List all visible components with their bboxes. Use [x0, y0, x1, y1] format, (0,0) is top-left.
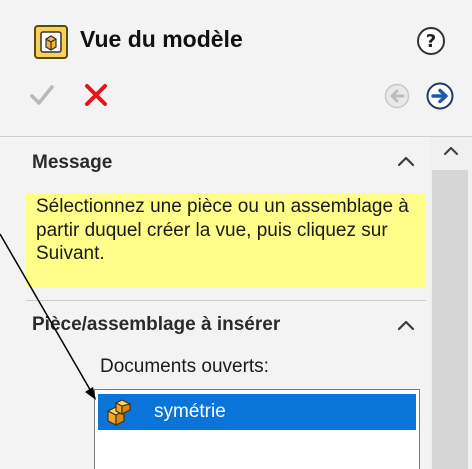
scroll-up-icon[interactable] — [440, 143, 462, 159]
help-icon[interactable]: ? — [416, 26, 446, 56]
chevron-up-icon[interactable] — [396, 318, 416, 332]
close-icon[interactable] — [82, 81, 110, 109]
open-documents-list[interactable]: symétrie — [94, 389, 420, 469]
list-item-label: symétrie — [154, 401, 226, 422]
assembly-icon — [106, 399, 132, 426]
part-model-view-icon — [34, 25, 68, 59]
message-box: Sélectionnez une pièce ou un assemblage … — [26, 193, 426, 288]
section-title-message: Message — [32, 152, 113, 173]
open-documents-label: Documents ouverts: — [100, 356, 269, 377]
panel-header: Vue du modèle ? — [0, 0, 472, 136]
panel-title: Vue du modèle — [80, 26, 243, 52]
list-item[interactable]: symétrie — [98, 394, 416, 430]
section-divider — [26, 300, 426, 301]
section-title-insert: Pièce/assemblage à insérer — [32, 314, 281, 335]
chevron-up-icon[interactable] — [396, 154, 416, 168]
checkmark-icon[interactable] — [29, 82, 55, 108]
scrollbar-thumb[interactable] — [432, 170, 468, 469]
back-arrow-icon[interactable] — [384, 83, 410, 109]
next-arrow-icon[interactable] — [426, 82, 454, 110]
property-manager-panel: Vue du modèle ? Message Sélectionnez une… — [0, 0, 472, 469]
svg-text:?: ? — [426, 31, 436, 52]
